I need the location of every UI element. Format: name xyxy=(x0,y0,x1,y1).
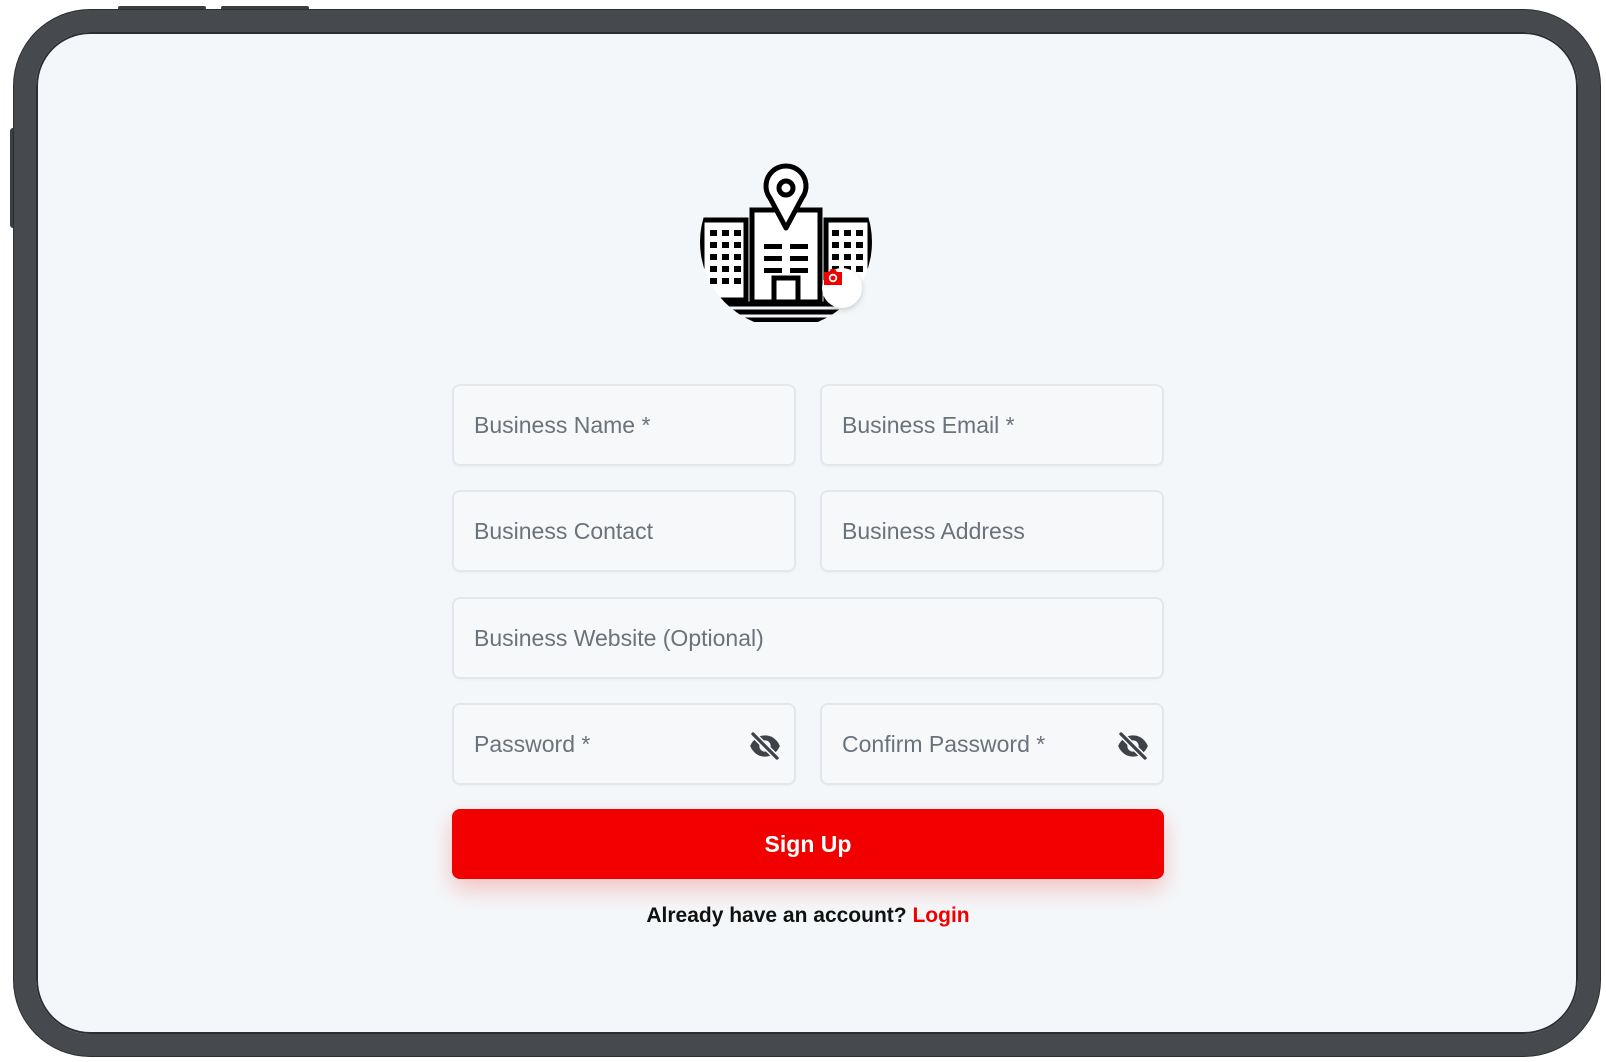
business-email-field xyxy=(820,384,1164,466)
business-email-input[interactable] xyxy=(822,386,1162,464)
eye-off-icon[interactable] xyxy=(1116,729,1150,763)
password-input[interactable] xyxy=(454,705,794,783)
confirm-password-input[interactable] xyxy=(822,705,1162,783)
eye-off-icon[interactable] xyxy=(748,729,782,763)
business-contact-field xyxy=(452,490,796,572)
business-address-input[interactable] xyxy=(822,492,1162,570)
signup-screen: Sign Up Already have an account? Login xyxy=(36,32,1578,1034)
business-name-field xyxy=(452,384,796,466)
tablet-frame: Sign Up Already have an account? Login xyxy=(14,10,1600,1056)
business-address-field xyxy=(820,490,1164,572)
login-prompt-text: Already have an account? xyxy=(646,904,907,927)
business-website-input[interactable] xyxy=(454,599,1162,677)
business-name-input[interactable] xyxy=(454,386,794,464)
login-prompt: Already have an account? Login xyxy=(452,904,1164,928)
sign-up-button[interactable]: Sign Up xyxy=(452,809,1164,879)
confirm-password-field xyxy=(820,703,1164,785)
business-logo-upload[interactable] xyxy=(696,132,876,322)
camera-icon xyxy=(824,269,842,285)
business-website-field xyxy=(452,597,1164,679)
login-link[interactable]: Login xyxy=(912,904,969,927)
password-field xyxy=(452,703,796,785)
business-contact-input[interactable] xyxy=(454,492,794,570)
camera-badge[interactable] xyxy=(822,268,862,308)
